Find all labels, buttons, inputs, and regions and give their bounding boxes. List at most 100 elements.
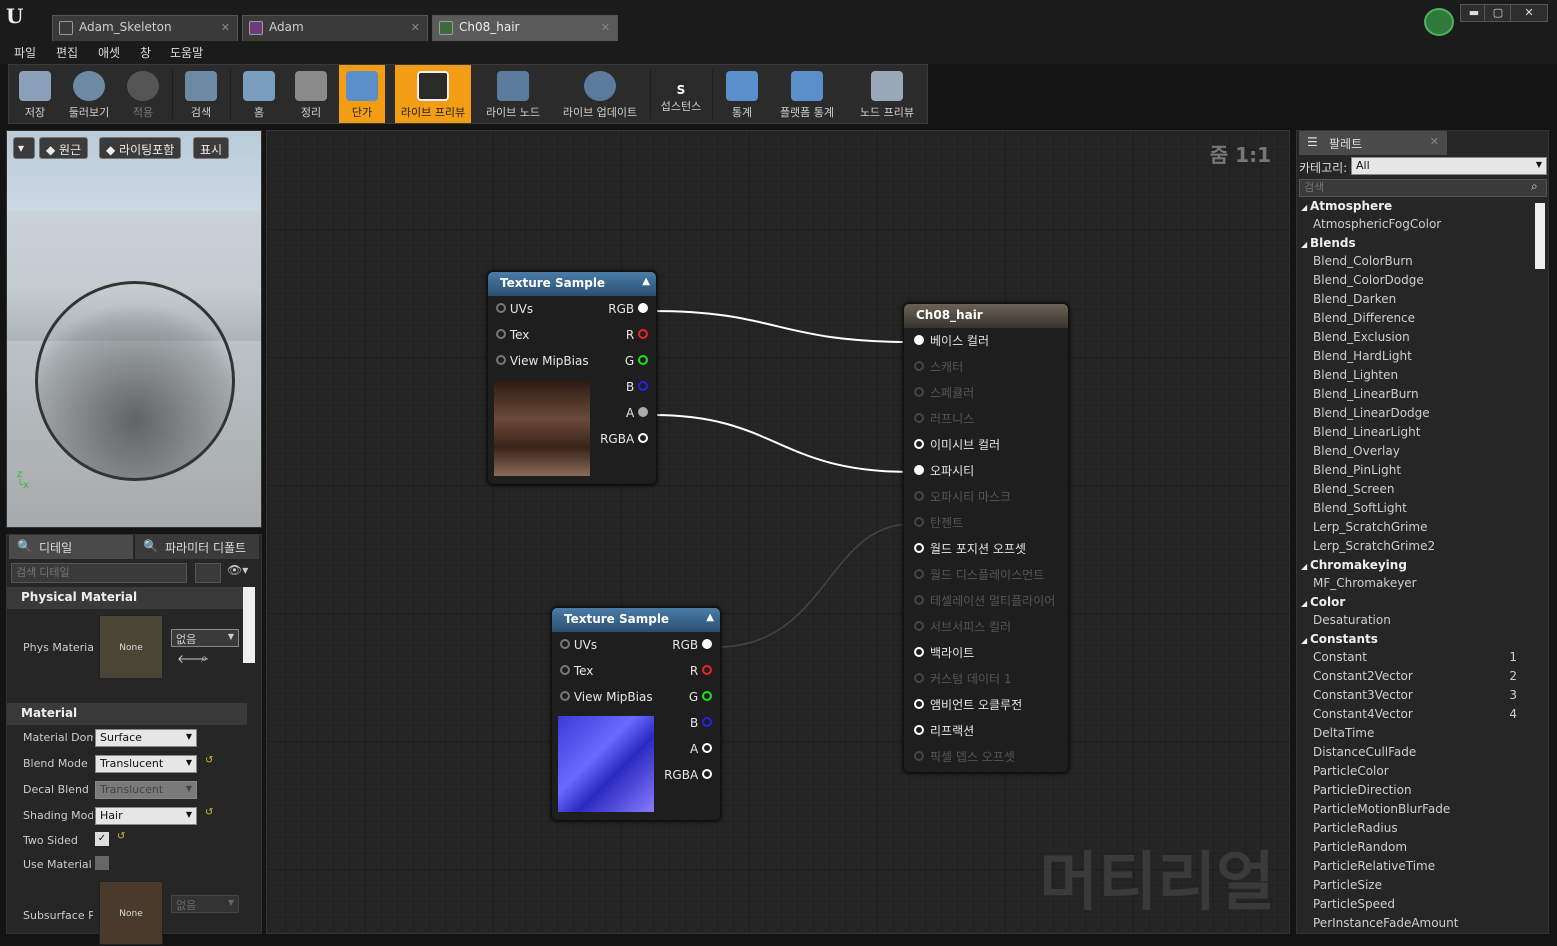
texture-sample-node-2[interactable]: Texture Sample ▲ UVs Tex View MipBias RG… — [551, 607, 721, 821]
result-pin[interactable]: 앰비언트 오클루전 — [914, 696, 1022, 722]
palette-item[interactable]: Blend_Overlay — [1297, 444, 1535, 463]
palette-scrollbar[interactable] — [1535, 203, 1545, 269]
stats-toggle-button[interactable]: 단가 — [339, 65, 385, 123]
palette-item[interactable]: DistanceCullFade — [1297, 745, 1535, 764]
collapse-icon[interactable]: ▲ — [642, 276, 650, 287]
result-pin[interactable]: 픽셀 뎁스 오프셋 — [914, 748, 1015, 774]
output-pin-rgba[interactable]: RGBA — [600, 432, 648, 458]
palette-item[interactable]: ParticleDirection — [1297, 783, 1535, 802]
palette-item[interactable]: Blend_ColorBurn — [1297, 254, 1535, 273]
output-pin-b[interactable]: B — [690, 716, 712, 742]
lit-button[interactable]: ◆ 라이팅포함 — [99, 137, 182, 159]
home-button[interactable]: 홈 — [233, 65, 285, 123]
input-pin-mipbias[interactable]: View MipBias — [560, 690, 653, 716]
tab-adam[interactable]: Adam ✕ — [242, 15, 428, 41]
palette-item[interactable]: Blend_HardLight — [1297, 349, 1535, 368]
output-pin-g[interactable]: G — [625, 354, 648, 380]
clean-button[interactable]: 정리 — [285, 65, 337, 123]
preview-viewport[interactable]: ▾ ◆ 원근 ◆ 라이팅포함 표시 z └x — [6, 130, 262, 653]
material-result-node[interactable]: Ch08_hair 베이스 컬러 스캐터 스페큘러 러프니스 이미시브 컬러 오파시티 오파… — [903, 303, 1069, 773]
palette-item[interactable]: Blend_LinearDodge — [1297, 406, 1535, 425]
palette-item[interactable]: ParticleRandom — [1297, 840, 1535, 859]
result-pin[interactable]: 서브서피스 컬러 — [914, 618, 1011, 644]
close-icon[interactable]: ✕ — [1430, 135, 1439, 148]
expand-arrow-icon[interactable]: ◢ — [1301, 636, 1310, 645]
live-nodes-button[interactable]: 라이브 노드 — [477, 65, 549, 123]
output-pin-rgba[interactable]: RGBA — [664, 768, 712, 794]
input-pin-uvs[interactable]: UVs — [560, 638, 597, 664]
result-pin[interactable]: 백라이트 — [914, 644, 974, 670]
reset-icon[interactable]: ↺ — [117, 831, 125, 842]
use-material-attributes-checkbox[interactable] — [95, 856, 109, 870]
palette-item[interactable]: Blend_PinLight — [1297, 463, 1535, 482]
menu-asset[interactable]: 애셋 — [98, 44, 120, 61]
result-pin[interactable]: 리프랙션 — [914, 722, 974, 748]
palette-item[interactable]: Constant4Vector 4 — [1297, 707, 1535, 726]
maximize-button[interactable]: ▢ — [1484, 4, 1512, 22]
input-pin-tex[interactable]: Tex — [496, 328, 529, 354]
platform-stats-button[interactable]: 플랫폼 통계 — [771, 65, 843, 123]
close-icon[interactable]: ✕ — [221, 21, 230, 34]
result-pin[interactable]: 오파시티 — [914, 462, 974, 488]
palette-item[interactable]: Constant3Vector 3 — [1297, 688, 1535, 707]
expand-arrow-icon[interactable]: ◢ — [1301, 203, 1310, 212]
input-pin-uvs[interactable]: UVs — [496, 302, 533, 328]
menu-help[interactable]: 도움말 — [170, 44, 203, 61]
shading-model-dropdown[interactable]: Hair — [95, 807, 197, 825]
save-button[interactable]: 저장 — [9, 65, 61, 123]
material-domain-dropdown[interactable]: Surface — [95, 729, 197, 747]
texture-sample-node-1[interactable]: Texture Sample ▲ UVs Tex View MipBias RG… — [487, 271, 657, 485]
palette-category[interactable]: ◢ Constants — [1297, 632, 1535, 650]
tab-adam-skeleton[interactable]: Adam_Skeleton ✕ — [52, 15, 238, 41]
section-material[interactable]: Material — [7, 703, 247, 725]
palette-item[interactable]: Blend_Difference — [1297, 311, 1535, 330]
palette-item[interactable]: AtmosphericFogColor — [1297, 217, 1535, 236]
close-icon[interactable]: ✕ — [411, 21, 420, 34]
output-pin-rgb[interactable]: RGB — [608, 302, 648, 328]
output-pin-a[interactable]: A — [690, 742, 712, 768]
details-scrollbar[interactable] — [243, 587, 255, 663]
palette-item[interactable]: Blend_LinearBurn — [1297, 387, 1535, 406]
menu-file[interactable]: 파일 — [14, 44, 36, 61]
palette-category[interactable]: ◢ Blends — [1297, 236, 1535, 254]
tab-palette[interactable]: ☰ 팔레트 ✕ — [1299, 131, 1447, 155]
expand-arrow-icon[interactable]: ◢ — [1301, 240, 1310, 249]
result-pin[interactable]: 탄젠트 — [914, 514, 963, 540]
show-button[interactable]: 표시 — [193, 137, 230, 159]
category-dropdown[interactable]: All — [1351, 157, 1547, 175]
tab-parameter-defaults[interactable]: 🔍 파라미터 디폴트 — [135, 535, 259, 559]
palette-item[interactable]: Blend_Screen — [1297, 482, 1535, 501]
close-icon[interactable]: ✕ — [601, 21, 610, 34]
palette-search-input[interactable] — [1299, 179, 1547, 197]
output-pin-r[interactable]: R — [690, 664, 712, 690]
phys-material-thumbnail[interactable]: None — [99, 615, 163, 679]
palette-item[interactable]: Lerp_ScratchGrime2 — [1297, 539, 1535, 558]
palette-item[interactable]: DeltaTime — [1297, 726, 1535, 745]
palette-item[interactable]: Blend_Exclusion — [1297, 330, 1535, 349]
palette-item[interactable]: ParticleSize — [1297, 878, 1535, 897]
reset-icon[interactable]: ↺ — [205, 807, 213, 818]
palette-item[interactable]: Blend_LinearLight — [1297, 425, 1535, 444]
palette-item[interactable]: Blend_Lighten — [1297, 368, 1535, 387]
palette-item[interactable]: ParticleMotionBlurFade — [1297, 802, 1535, 821]
tab-details[interactable]: 🔍 디테일 — [9, 535, 133, 559]
source-control-icon[interactable] — [1424, 8, 1454, 36]
node-preview-button[interactable]: 노드 프리뷰 — [845, 65, 929, 123]
two-sided-checkbox[interactable]: ✓ — [95, 832, 109, 846]
viewport-options-button[interactable]: ▾ — [13, 137, 35, 159]
phys-material-dropdown[interactable]: 없음 — [171, 629, 239, 647]
subsurface-thumbnail[interactable]: None — [99, 881, 163, 945]
output-pin-g[interactable]: G — [689, 690, 712, 716]
section-physical-material[interactable]: Physical Material — [7, 587, 247, 609]
live-preview-button[interactable]: 라이브 프리뷰 — [395, 65, 471, 123]
result-pin[interactable]: 스페큘러 — [914, 384, 974, 410]
palette-item[interactable]: Blend_ColorDodge — [1297, 273, 1535, 292]
menu-edit[interactable]: 편집 — [56, 44, 78, 61]
reset-icon[interactable]: ↺ — [205, 755, 213, 766]
expand-arrow-icon[interactable]: ◢ — [1301, 562, 1310, 571]
browse-icon[interactable]: ⌕ — [201, 651, 208, 666]
result-pin[interactable]: 테셀레이션 멀티플라이어 — [914, 592, 1055, 618]
output-pin-r[interactable]: R — [626, 328, 648, 354]
input-pin-tex[interactable]: Tex — [560, 664, 593, 690]
palette-item[interactable]: ParticleRelativeTime — [1297, 859, 1535, 878]
